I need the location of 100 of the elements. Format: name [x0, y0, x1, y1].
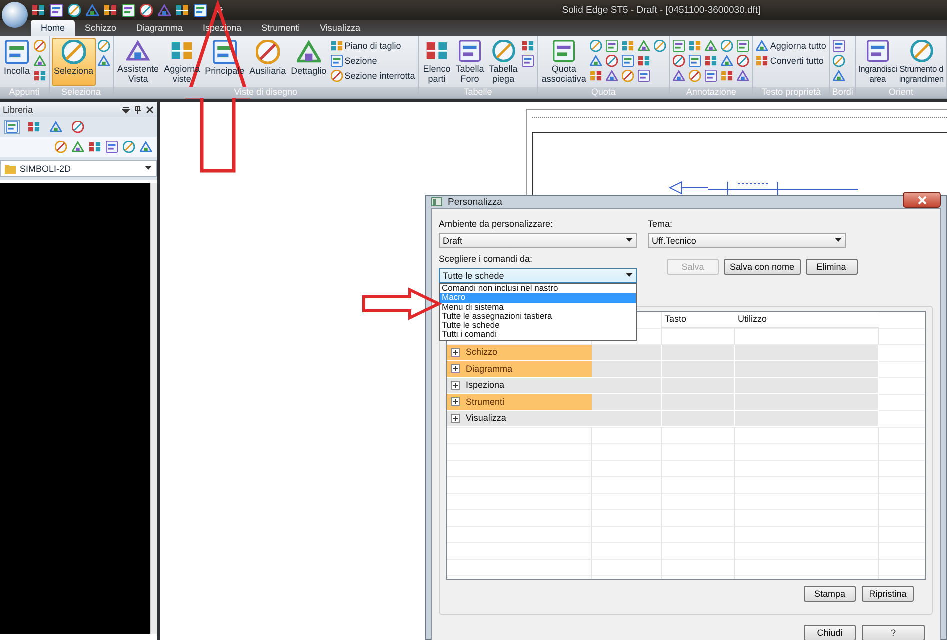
- tool-icon: [32, 4, 45, 16]
- toolbar-button[interactable]: [67, 2, 82, 18]
- column-header[interactable]: Tasto: [662, 312, 735, 328]
- application-menu-button[interactable]: [2, 2, 28, 28]
- dropdown-field[interactable]: Draft: [439, 233, 637, 248]
- ribbon-button[interactable]: Aggiorna tutto: [755, 39, 828, 53]
- menu-icon[interactable]: [122, 106, 130, 114]
- tool-icon: [622, 55, 634, 67]
- tool-icon: [833, 55, 846, 67]
- ribbon-button[interactable]: Tabella Foro: [454, 38, 486, 86]
- group-label: Seleziona: [50, 87, 113, 98]
- tool-icon: [654, 40, 666, 52]
- table-cell: [592, 410, 662, 427]
- group-label: Quota: [538, 87, 670, 98]
- dialog-button[interactable]: Chiudi: [804, 625, 856, 640]
- expand-icon[interactable]: [451, 348, 460, 357]
- tool-icon: [330, 55, 343, 67]
- close-button[interactable]: [903, 192, 941, 208]
- ribbon-tab[interactable]: Schizzo: [75, 20, 127, 36]
- dialog-button[interactable]: ?: [862, 625, 925, 640]
- tool-icon: [72, 141, 84, 153]
- ribbon-button[interactable]: Assistente Vista: [116, 38, 162, 86]
- caret-icon[interactable]: [215, 6, 223, 14]
- tool-icon: [638, 70, 650, 82]
- toolbar-button[interactable]: [121, 2, 136, 18]
- ribbon-button[interactable]: Piano di taglio: [330, 39, 416, 53]
- ribbon-tab[interactable]: Diagramma: [126, 20, 194, 36]
- caret-icon: [835, 238, 842, 243]
- toolbar-button[interactable]: [139, 2, 154, 18]
- field-label: Scegliere i comandi da:: [439, 254, 534, 266]
- dropdown-field[interactable]: Uff.Tecnico: [648, 233, 846, 248]
- ribbon-button[interactable]: Quota associativa: [540, 38, 588, 86]
- ribbon-button[interactable]: Ingrandisci area: [857, 38, 898, 86]
- folder-dropdown[interactable]: SIMBOLI-2D: [0, 160, 157, 177]
- expand-icon[interactable]: [451, 397, 460, 406]
- pin-icon[interactable]: [134, 106, 142, 114]
- ribbon-button[interactable]: Dettaglio: [289, 38, 329, 86]
- ribbon-button[interactable]: Ausiliaria: [248, 38, 288, 86]
- panel-tab[interactable]: [4, 120, 20, 134]
- tool-icon: [721, 70, 734, 82]
- ribbon-button[interactable]: Strumento d ingrandimen: [898, 38, 945, 86]
- ribbon-button[interactable]: Sezione interrotta: [330, 69, 416, 83]
- dropdown-option[interactable]: Comandi non inclusi nel nastro: [440, 284, 636, 294]
- dropdown-option[interactable]: Tutte le assegnazioni tastiera: [440, 312, 636, 322]
- tool-icon: [158, 4, 171, 16]
- table-button[interactable]: Ripristina: [862, 586, 914, 602]
- tool-icon: [72, 121, 84, 133]
- toolbar-button[interactable]: [175, 2, 190, 18]
- expand-icon[interactable]: [451, 364, 460, 374]
- tool-icon: [256, 40, 280, 64]
- tree-item[interactable]: Schizzo: [447, 344, 592, 361]
- tool-icon: [425, 40, 449, 62]
- panel-tab[interactable]: [48, 120, 64, 134]
- tool-icon: [98, 40, 110, 52]
- ribbon-button[interactable]: Elenco parti: [421, 38, 453, 86]
- table-button[interactable]: Stampa: [804, 586, 856, 602]
- panel-tab[interactable]: [70, 120, 86, 134]
- tool-icon: [140, 4, 153, 16]
- tool-icon: [705, 55, 718, 67]
- theme-button[interactable]: Elimina: [806, 258, 858, 274]
- ribbon-button[interactable]: Seleziona: [52, 38, 96, 86]
- tool-icon: [170, 40, 194, 62]
- toolbar-button[interactable]: [103, 2, 118, 18]
- expand-icon[interactable]: [451, 380, 460, 390]
- theme-button[interactable]: Salva con nome: [724, 258, 801, 274]
- dropdown-field[interactable]: Tutte le schede: [439, 268, 637, 283]
- tool-icon: [756, 55, 768, 67]
- scroll-bar[interactable]: [150, 183, 157, 634]
- group-label: Bordi: [830, 87, 856, 98]
- tool-icon: [673, 55, 686, 67]
- ribbon-button[interactable]: Sezione: [330, 54, 416, 68]
- dropdown-option[interactable]: Menu di sistema: [440, 302, 636, 312]
- group-label: Viste di disegno: [114, 87, 418, 98]
- close-icon[interactable]: [146, 106, 154, 114]
- tool-icon: [123, 141, 135, 153]
- ribbon-tab[interactable]: Home: [31, 20, 76, 36]
- tree-item[interactable]: Strumenti: [447, 394, 592, 410]
- toolbar-button[interactable]: [31, 2, 46, 18]
- dropdown-option[interactable]: Tutti i comandi: [440, 330, 636, 340]
- tree-item[interactable]: Ispeziona: [447, 378, 592, 394]
- tool-icon: [176, 4, 189, 16]
- panel-tab[interactable]: [26, 120, 42, 134]
- tool-icon: [62, 40, 86, 64]
- ribbon-button[interactable]: Converti tutto: [755, 54, 828, 68]
- expand-icon[interactable]: [451, 414, 460, 423]
- tree-item[interactable]: Visualizza: [447, 410, 592, 427]
- ribbon-tab[interactable]: Strumenti: [252, 20, 310, 36]
- dropdown-option[interactable]: Tutte le schede: [440, 321, 636, 330]
- field-label: Ambiente da personalizzare:: [439, 219, 554, 231]
- ribbon-button[interactable]: Tabella piega: [487, 38, 520, 86]
- column-header[interactable]: Utilizzo: [735, 312, 879, 328]
- tool-icon: [833, 40, 846, 52]
- tool-icon: [638, 40, 650, 52]
- ribbon-button[interactable]: Incolla: [2, 38, 32, 86]
- tree-item[interactable]: Diagramma: [447, 361, 592, 378]
- tool-icon: [622, 40, 634, 52]
- toolbar-button[interactable]: [193, 2, 208, 18]
- tool-icon: [330, 70, 343, 82]
- toolbar-button[interactable]: [49, 2, 64, 18]
- ribbon-tab[interactable]: Visualizza: [310, 20, 370, 36]
